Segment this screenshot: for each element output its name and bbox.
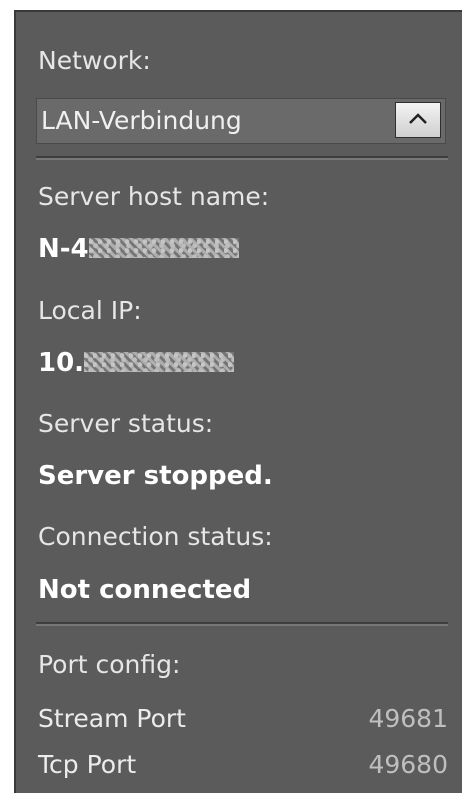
port-number: 49681 — [368, 704, 448, 733]
server-host-value: N-4 — [38, 234, 239, 264]
network-settings-panel: Network: LAN-Verbindung Server host name… — [14, 10, 462, 793]
port-name: Stream Port — [38, 704, 186, 733]
connection-status-label: Connection status: — [38, 522, 273, 551]
connection-status-value: Not connected — [38, 575, 252, 605]
chevron-up-icon — [407, 111, 429, 130]
local-ip-prefix: 10. — [38, 348, 85, 378]
redacted-hostname — [88, 237, 239, 258]
network-label: Network: — [38, 46, 151, 75]
local-ip-value: 10. — [38, 348, 235, 378]
divider-top — [36, 156, 448, 160]
port-number: 49680 — [368, 750, 448, 779]
network-select[interactable]: LAN-Verbindung — [36, 98, 446, 144]
server-host-prefix: N-4 — [38, 234, 89, 264]
network-select-toggle[interactable] — [395, 102, 441, 138]
network-select-value: LAN-Verbindung — [41, 106, 242, 135]
divider-bottom — [36, 622, 448, 626]
port-config-label: Port config: — [38, 650, 181, 679]
server-status-label: Server status: — [38, 409, 214, 438]
server-status-value: Server stopped. — [38, 461, 273, 491]
port-name: Tcp Port — [38, 750, 137, 779]
server-host-label: Server host name: — [38, 182, 270, 211]
redacted-ip — [84, 351, 235, 372]
local-ip-label: Local IP: — [38, 296, 142, 325]
